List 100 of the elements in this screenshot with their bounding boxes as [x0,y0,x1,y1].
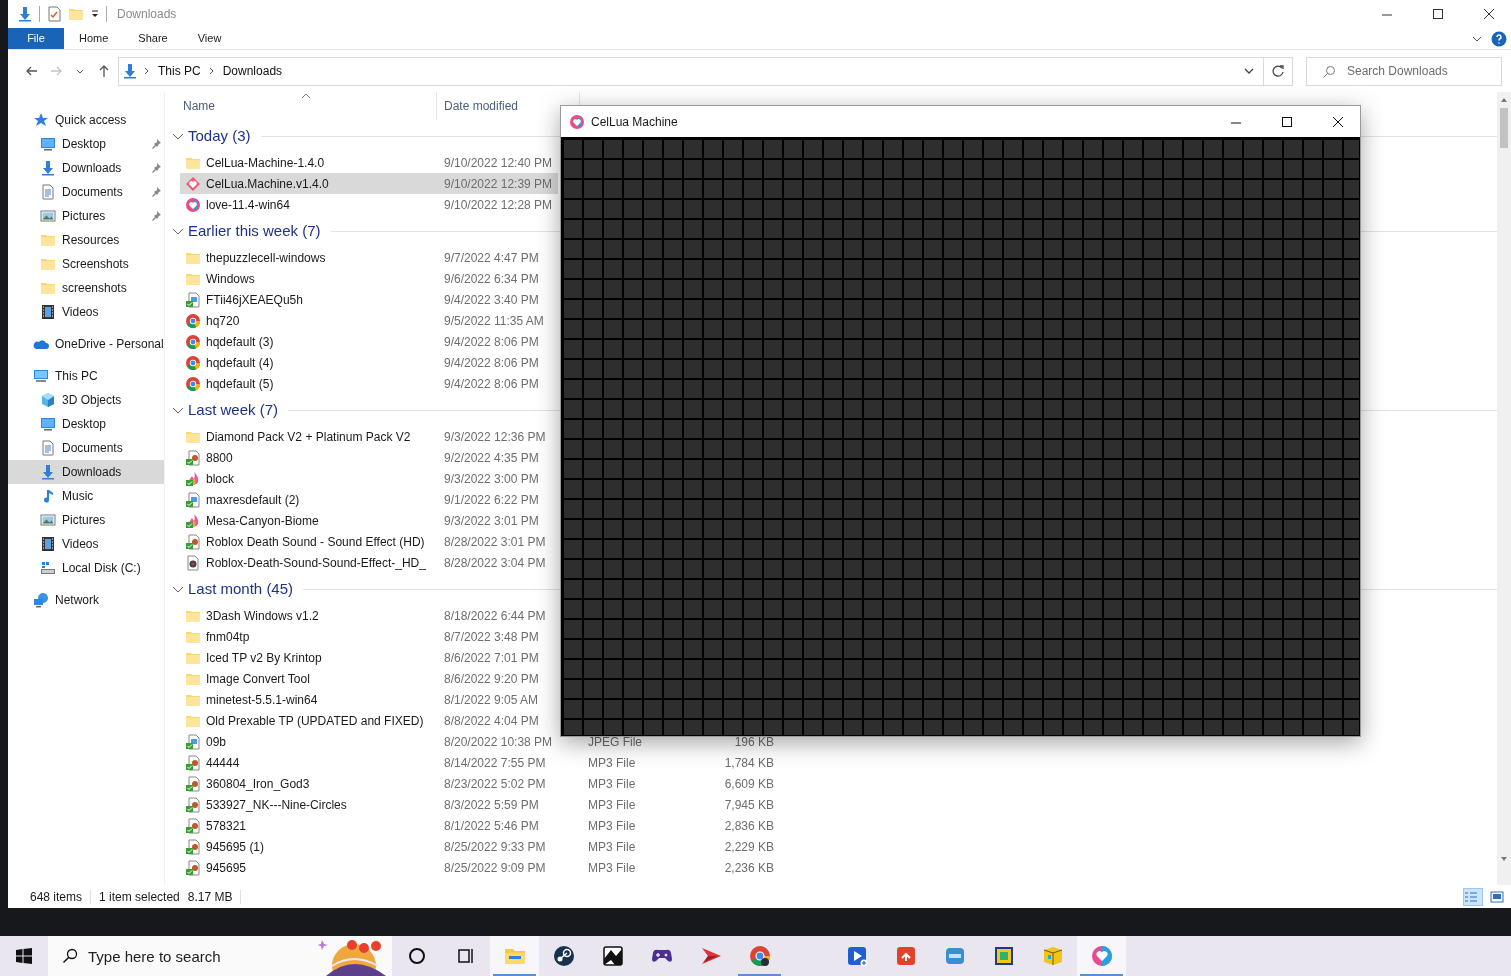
cell-grid[interactable] [561,137,1360,736]
pin-icon[interactable] [150,138,162,150]
refresh-icon[interactable] [1271,64,1285,78]
row-highlight[interactable]: Mesa-Canyon-Biome 9/3/2022 3:01 PM [180,510,558,531]
sidebar-item[interactable]: Downloads [8,156,164,180]
pin-icon[interactable] [150,162,162,174]
pin-icon[interactable] [150,210,162,222]
sidebar-item[interactable]: Pictures [8,508,164,532]
row-highlight[interactable]: 578321 8/1/2022 5:46 PM MP3 File 2,836 KB [180,815,774,836]
row-highlight[interactable]: 44444 8/14/2022 7:55 PM MP3 File 1,784 KB [180,752,774,773]
properties-icon[interactable] [46,6,62,22]
search-icon [1322,64,1336,79]
date-modified: 8/1/2022 5:46 PM [444,817,540,835]
row-highlight[interactable]: hqdefault (4) 9/4/2022 8:06 PM [180,352,558,373]
file-name: maxresdefault (2) [206,491,300,509]
selection-info: 1 item selected [98,888,180,906]
file-type: MP3 File [588,859,637,877]
group-header[interactable]: Today (3) [188,124,251,148]
row-highlight[interactable]: Old Prexable TP (UPDATED and FIXED) 8/8/2022 4:04 PM [180,710,558,731]
cutout-icon [600,944,625,968]
sidebar-item[interactable]: Desktop [8,412,164,436]
row-highlight[interactable]: 533927_NK---Nine-Circles 8/3/2022 5:59 PM MP3 File 7,945 KB [180,794,774,815]
download-icon [40,160,56,176]
row-highlight[interactable]: fnm04tp 8/7/2022 3:48 PM [180,626,558,647]
close-icon[interactable] [1481,7,1496,21]
download-icon[interactable] [17,6,33,22]
sidebar-item[interactable]: Desktop [8,132,164,156]
sidebar-item[interactable]: 3D Objects [8,388,164,412]
maximize-icon[interactable] [1430,7,1445,21]
row-highlight[interactable]: 3Dash Windows v1.2 8/18/2022 6:44 PM [180,605,558,626]
search-field[interactable]: Search Downloads [1306,56,1502,86]
row-highlight[interactable]: Iced TP v2 By Krintop 8/6/2022 7:01 PM [180,647,558,668]
group-header[interactable]: Earlier this week (7) [188,219,321,243]
row-highlight[interactable]: thepuzzlecell-windows 9/7/2022 4:47 PM [180,247,558,268]
scroll-thumb[interactable] [1500,108,1508,148]
breadcrumb-item[interactable]: Downloads [220,62,285,80]
file-name: Roblox Death Sound - Sound Effect (HD) [206,533,425,551]
sidebar-item[interactable]: Screenshots [8,252,164,276]
ribbon-tab[interactable]: View [182,28,237,49]
sidebar-item[interactable]: Videos [8,532,164,556]
sidebar-item[interactable]: Local Disk (C:) [8,556,164,580]
file-size: 2,229 KB [723,838,774,856]
row-highlight[interactable]: 360804_Iron_God3 8/23/2022 5:02 PM MP3 File 6,609 KB [180,773,774,794]
row-highlight[interactable]: block 9/3/2022 3:00 PM [180,468,558,489]
sidebar-item[interactable]: Downloads [8,460,164,484]
sidebar-item[interactable]: Music [8,484,164,508]
sidebar-item[interactable]: This PC [8,364,164,388]
maximize-icon[interactable] [1279,114,1294,129]
pin-icon[interactable] [150,186,162,198]
row-highlight[interactable]: CelLua.Machine.v1.4.0 9/10/2022 12:39 PM [180,173,558,194]
close-icon[interactable] [1330,114,1345,129]
group-header[interactable]: Last month (45) [188,577,294,601]
group-header[interactable]: Last week (7) [188,398,279,422]
file-name: fnm04tp [206,628,250,646]
row-highlight[interactable]: Roblox-Death-Sound-Sound-Effect-_HD_ 8/28/2022 3:04 PM [180,552,558,573]
file-type: MP3 File [588,817,637,835]
row-highlight[interactable]: 8800 9/2/2022 4:35 PM [180,447,558,468]
row-highlight[interactable]: Windows 9/6/2022 6:34 PM [180,268,558,289]
address-bar[interactable]: This PC Downloads [118,56,1264,86]
row-highlight[interactable]: maxresdefault (2) 9/1/2022 6:22 PM [180,489,558,510]
row-highlight[interactable]: CelLua-Machine-1.4.0 9/10/2022 12:40 PM [180,152,558,173]
star-icon [33,112,49,128]
monitor-icon [40,416,56,432]
start-icon[interactable] [16,948,32,964]
row-highlight[interactable]: FTii46jXEAEQu5h 9/4/2022 3:40 PM [180,289,558,310]
file-name: Old Prexable TP (UPDATED and FIXED) [206,712,424,730]
ribbon-tab[interactable]: Share [123,28,183,49]
help-icon[interactable] [1491,30,1507,47]
row-highlight[interactable]: 945695 (1) 8/25/2022 9:33 PM MP3 File 2,229 KB [180,836,774,857]
refresh-button[interactable] [1264,56,1293,86]
search-field[interactable]: Type here to search [48,936,392,976]
row-highlight[interactable]: Diamond Pack V2 + Platinum Pack V2 9/3/2022 12:36 PM [180,426,558,447]
row-highlight[interactable]: hq720 9/5/2022 11:35 AM [180,310,558,331]
row-highlight[interactable]: Roblox Death Sound - Sound Effect (HD) 8/28/2022 3:01 PM [180,531,558,552]
breadcrumb-item[interactable]: This PC [156,62,203,80]
sidebar-item[interactable]: Quick access [8,108,164,132]
file-menu-button[interactable]: File [8,28,64,49]
download-icon [122,63,138,79]
sidebar-item[interactable]: Documents [8,436,164,460]
sidebar-item[interactable]: Videos [8,300,164,324]
row-highlight[interactable]: minetest-5.5.1-win64 8/1/2022 9:05 AM [180,689,558,710]
sidebar-item[interactable]: OneDrive - Personal [8,332,164,356]
row-highlight[interactable]: 945695 8/25/2022 9:09 PM MP3 File 2,236 KB [180,857,774,878]
row-highlight[interactable]: love-11.4-win64 9/10/2022 12:28 PM [180,194,558,215]
row-highlight[interactable]: Image Convert Tool 8/6/2022 9:20 PM [180,668,558,689]
sidebar-item[interactable]: screenshots [8,276,164,300]
row-highlight[interactable]: 09b 8/20/2022 10:38 PM JPEG File 196 KB [180,731,774,752]
sidebar-item[interactable]: Network [8,588,164,612]
sidebar-item[interactable]: Pictures [8,204,164,228]
column-header[interactable]: Name [183,97,215,115]
film-icon [40,304,56,320]
ribbon-tab[interactable]: Home [64,28,124,49]
computer-icon [33,368,49,384]
sidebar-item[interactable]: Documents [8,180,164,204]
row-highlight[interactable]: hqdefault (3) 9/4/2022 8:06 PM [180,331,558,352]
row-highlight[interactable]: hqdefault (5) 9/4/2022 8:06 PM [180,373,558,394]
sidebar-item[interactable]: Resources [8,228,164,252]
column-header[interactable]: Date modified [444,97,519,115]
date-modified: 9/4/2022 8:06 PM [444,354,540,372]
scrollbar[interactable] [1497,92,1511,885]
